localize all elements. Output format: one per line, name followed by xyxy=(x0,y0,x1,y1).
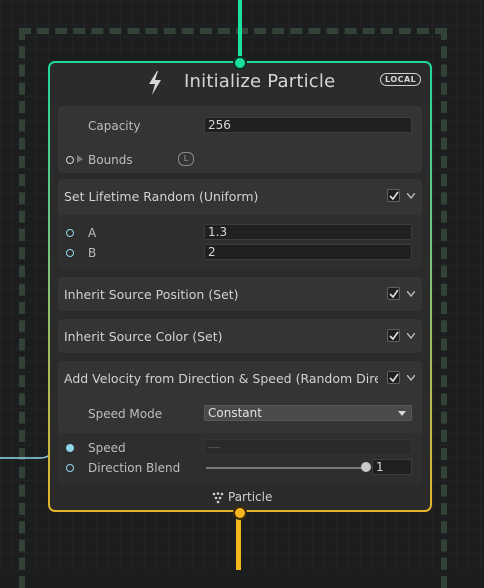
speed-mode-dropdown[interactable]: Constant xyxy=(204,405,412,421)
block-enabled-checkbox[interactable] xyxy=(387,189,400,202)
direction-blend-label: Direction Blend xyxy=(88,461,181,475)
direction-blend-field[interactable]: 1 xyxy=(372,459,412,475)
block-inherit-position[interactable]: Inherit Source Position (Set) xyxy=(58,277,422,311)
node-header[interactable]: Initialize Particle LOCAL xyxy=(50,66,430,100)
capacity-row: Capacity 256 xyxy=(58,116,422,136)
direction-blend-port[interactable] xyxy=(66,464,74,472)
particle-icon xyxy=(212,492,224,504)
block-add-velocity[interactable]: Add Velocity from Direction & Speed (Ran… xyxy=(58,361,422,485)
bounds-row: Bounds L xyxy=(58,150,422,170)
check-icon xyxy=(389,289,399,299)
speed-field: — xyxy=(204,439,412,455)
a-field[interactable]: 1.3 xyxy=(204,224,412,240)
space-toggle-badge[interactable]: LOCAL xyxy=(380,73,422,86)
block-body: Speed — Direction Blend 1 xyxy=(58,433,422,485)
context-settings: Capacity 256 Bounds L xyxy=(58,106,422,173)
block-header[interactable]: Inherit Source Position (Set) xyxy=(58,277,422,311)
direction-blend-slider-knob[interactable] xyxy=(361,462,371,472)
chevron-down-icon[interactable] xyxy=(407,291,415,297)
a-port[interactable] xyxy=(66,229,74,237)
check-icon xyxy=(389,191,399,201)
b-label: B xyxy=(88,246,97,260)
block-enabled-checkbox[interactable] xyxy=(387,371,400,384)
bounds-space-badge[interactable]: L xyxy=(178,152,194,166)
node-title: Initialize Particle xyxy=(184,71,336,92)
dropdown-caret-icon xyxy=(398,411,406,416)
node-footer: Particle xyxy=(212,490,302,506)
bounds-port[interactable] xyxy=(66,156,74,164)
block-enabled-checkbox[interactable] xyxy=(387,287,400,300)
input-flow-edge[interactable] xyxy=(238,0,242,64)
block-title: Inherit Source Color (Set) xyxy=(64,329,223,344)
output-type-label: Particle xyxy=(228,490,273,504)
direction-blend-slider[interactable] xyxy=(206,467,366,469)
capacity-field[interactable]: 256 xyxy=(204,117,412,133)
speed-mode-label: Speed Mode xyxy=(88,407,163,421)
speed-mode-row: Speed Mode Constant xyxy=(58,404,422,424)
chevron-down-icon[interactable] xyxy=(407,333,415,339)
b-field[interactable]: 2 xyxy=(204,244,412,260)
field-row-b: B 2 xyxy=(58,243,422,263)
b-port[interactable] xyxy=(66,249,74,257)
block-title: Inherit Source Position (Set) xyxy=(64,287,239,302)
block-inherit-color[interactable]: Inherit Source Color (Set) xyxy=(58,319,422,353)
speed-mode-value: Constant xyxy=(208,406,262,420)
chevron-down-icon[interactable] xyxy=(407,375,415,381)
block-title: Add Velocity from Direction & Speed (Ran… xyxy=(64,371,378,386)
bounds-label: Bounds xyxy=(88,153,133,167)
direction-blend-row: Direction Blend 1 xyxy=(58,458,422,478)
block-header[interactable]: Add Velocity from Direction & Speed (Ran… xyxy=(58,361,422,395)
speed-port[interactable] xyxy=(66,444,74,452)
block-header[interactable]: Set Lifetime Random (Uniform) xyxy=(58,179,422,213)
block-header[interactable]: Inherit Source Color (Set) xyxy=(58,319,422,353)
field-row-a: A 1.3 xyxy=(58,223,422,243)
lightning-icon xyxy=(149,71,161,95)
block-title: Set Lifetime Random (Uniform) xyxy=(64,189,259,204)
check-icon xyxy=(389,331,399,341)
a-label: A xyxy=(88,226,97,240)
output-flow-edge[interactable] xyxy=(236,512,241,570)
expand-triangle-icon[interactable] xyxy=(77,155,83,163)
block-enabled-checkbox[interactable] xyxy=(387,329,400,342)
check-icon xyxy=(389,373,399,383)
output-flow-port[interactable] xyxy=(233,506,247,520)
block-body: A 1.3 B 2 xyxy=(58,215,422,270)
block-set-lifetime[interactable]: Set Lifetime Random (Uniform) A 1.3 B 2 xyxy=(58,179,422,270)
chevron-down-icon[interactable] xyxy=(407,193,415,199)
speed-label: Speed xyxy=(88,441,126,455)
block-settings: Speed Mode Constant xyxy=(58,396,422,432)
capacity-label: Capacity xyxy=(88,119,141,133)
speed-row: Speed — xyxy=(58,438,422,458)
